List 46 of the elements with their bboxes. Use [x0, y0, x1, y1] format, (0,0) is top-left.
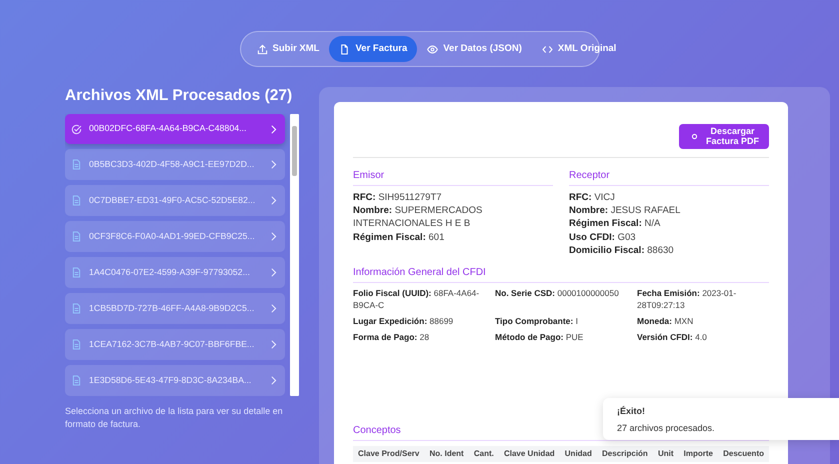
- tab[interactable]: Ver Datos (JSON): [417, 36, 532, 62]
- column-header: Descripción: [602, 448, 648, 459]
- column-header: No. Ident: [430, 448, 464, 459]
- field-text: Régimen Fiscal: N/A: [569, 217, 662, 231]
- field-text: Nombre: SUPERMERCADOS INTERNACIONALES H E B: [353, 204, 484, 231]
- column-header: Descuento: [723, 448, 764, 459]
- column-header: Unidad: [564, 448, 592, 459]
- field-text: Tipo Comprobante: I: [495, 316, 579, 328]
- field-text: No. Serie CSD: 0000100000050: [495, 288, 620, 300]
- field-text: Domicilio Fiscal: 88630: [569, 244, 675, 258]
- file-item[interactable]: 0CF3F8C6-F0A0-4AD1-99ED-CFB9C25...: [65, 221, 285, 252]
- section-title: Receptor: [569, 168, 769, 186]
- field-text: Régimen Fiscal: 601: [353, 230, 446, 244]
- file-item[interactable]: 1CB5BD7D-727B-46FF-A4A8-9B9D2C5...: [65, 292, 285, 324]
- file-item[interactable]: 00B02DFC-68FA-4A64-B9CA-C48804...: [65, 114, 285, 144]
- download-button[interactable]: Descargar Factura PDF: [679, 124, 769, 149]
- section-title: Información General del CFDI: [353, 265, 769, 284]
- field-text: Fecha Emisión: 2023-01-28T09:27:13: [637, 288, 738, 312]
- section-title: Emisor: [353, 168, 553, 186]
- field-text: Moneda: MXN: [637, 316, 694, 328]
- field-text: Uso CFDI: G03: [569, 230, 637, 244]
- file-item[interactable]: 0C7DBBE7-ED31-49F0-AC5C-52D5E82...: [65, 185, 285, 216]
- field-text: Método de Pago: PUE: [495, 332, 584, 344]
- column-header: Unit: [658, 448, 674, 459]
- tab[interactable]: Ver Factura: [329, 36, 418, 62]
- field-text: Nombre: JESUS RAFAEL: [569, 204, 682, 218]
- column-header: Importe: [684, 448, 713, 459]
- file-item[interactable]: 0B5BC3D3-402D-4F58-A9C1-EE97D2D...: [65, 149, 285, 180]
- field-text: Forma de Pago: 28: [353, 332, 430, 344]
- field-text: RFC: VICJ: [569, 190, 616, 204]
- field-text: RFC: SIH9511279T7: [353, 190, 443, 204]
- column-header: Cant.: [474, 448, 494, 459]
- tab[interactable]: XML Original: [532, 36, 626, 62]
- field-text: Lugar Expedición: 88699: [353, 316, 454, 328]
- column-header: Clave Prod/Serv: [358, 448, 420, 459]
- column-header: Clave Unidad: [504, 448, 555, 459]
- toast-title: ¡Éxito!: [617, 405, 646, 418]
- toast-message: 27 archivos procesados.: [617, 422, 716, 434]
- file-item[interactable]: 1E3D58D6-5E43-47F9-8D3C-8A234BA...: [65, 364, 285, 396]
- field-text: Folio Fiscal (UUID): 68FA-4A64-B9CA-C: [353, 288, 480, 312]
- help-text: Selecciona un archivo de la lista para ver su detalle en formato de factura.: [65, 404, 284, 431]
- tab[interactable]: Subir XML: [246, 36, 330, 62]
- file-item[interactable]: 1CEA7162-3C7B-4AB7-9C07-BBF6FBE...: [65, 328, 285, 360]
- field-text: Versión CFDI: 4.0: [637, 332, 708, 344]
- panel-title: Archivos XML Procesados (27): [65, 87, 294, 106]
- file-item[interactable]: 1A4C0476-07E2-4599-A39F-97793052...: [65, 257, 285, 288]
